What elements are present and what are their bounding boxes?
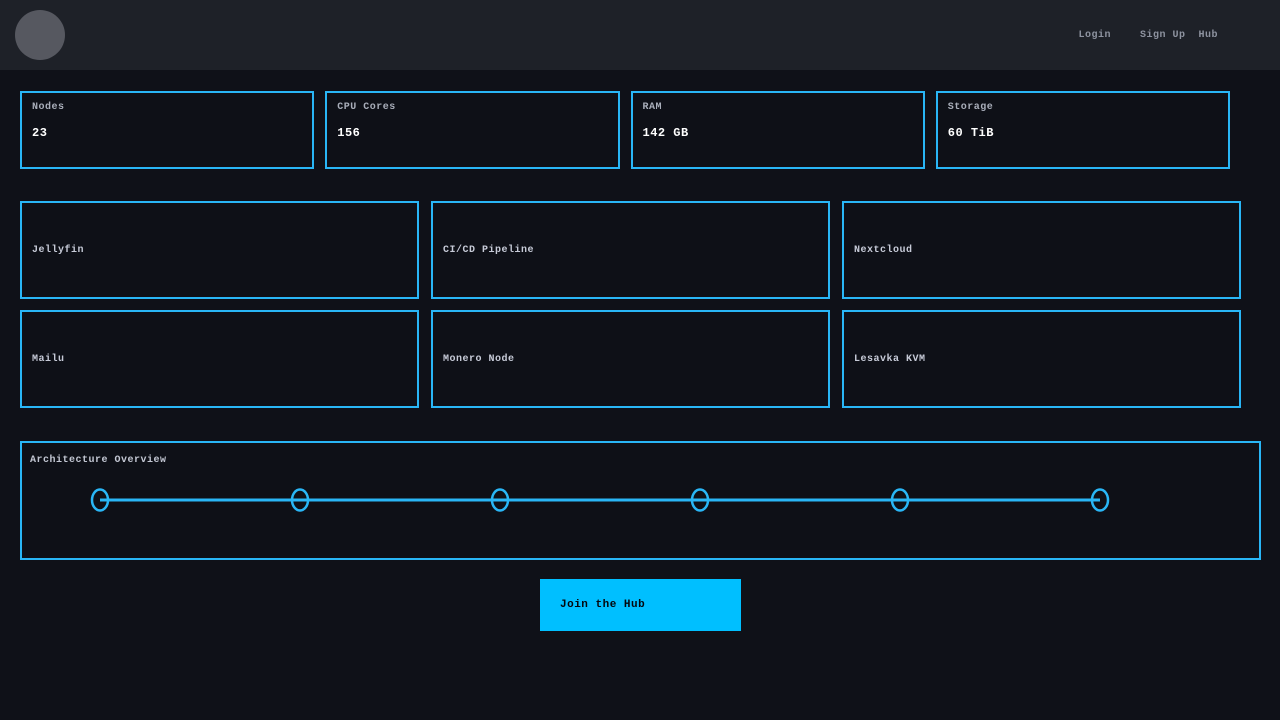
service-title: Nextcloud: [854, 245, 913, 256]
service-card-jellyfin[interactable]: Jellyfin: [20, 201, 419, 299]
service-title: Mailu: [32, 354, 65, 365]
stat-card-cpu-cores: CPU Cores 156: [325, 91, 619, 169]
service-title: Jellyfin: [32, 245, 84, 256]
service-card-lesavka-kvm[interactable]: Lesavka KVM: [842, 310, 1241, 408]
stat-value: 60 TiB: [948, 126, 1218, 140]
nav-links: Login Sign Up Hub: [1078, 30, 1218, 41]
navbar: Login Sign Up Hub: [0, 0, 1280, 70]
service-title: Lesavka KVM: [854, 354, 926, 365]
stat-label: RAM: [643, 102, 913, 113]
stat-card-nodes: Nodes 23: [20, 91, 314, 169]
join-hub-button[interactable]: Join the Hub: [540, 579, 741, 631]
main-content: Nodes 23 CPU Cores 156 RAM 142 GB Storag…: [0, 91, 1280, 631]
service-card-mailu[interactable]: Mailu: [20, 310, 419, 408]
architecture-panel: Architecture Overview: [20, 441, 1261, 560]
avatar[interactable]: [15, 10, 65, 60]
service-title: CI/CD Pipeline: [443, 245, 534, 256]
stat-value: 142 GB: [643, 126, 913, 140]
architecture-diagram: [22, 443, 1259, 558]
stat-label: Storage: [948, 102, 1218, 113]
cta-container: Join the Hub: [20, 579, 1261, 631]
stat-card-storage: Storage 60 TiB: [936, 91, 1230, 169]
stats-row: Nodes 23 CPU Cores 156 RAM 142 GB Storag…: [20, 91, 1230, 169]
service-card-cicd-pipeline[interactable]: CI/CD Pipeline: [431, 201, 830, 299]
stat-value: 156: [337, 126, 607, 140]
nav-link-login[interactable]: Login: [1078, 30, 1111, 41]
stat-card-ram: RAM 142 GB: [631, 91, 925, 169]
stat-label: Nodes: [32, 102, 302, 113]
nav-link-signup[interactable]: Sign Up: [1140, 30, 1186, 41]
services-grid: Jellyfin CI/CD Pipeline Nextcloud Mailu …: [20, 201, 1241, 408]
service-title: Monero Node: [443, 354, 515, 365]
stat-value: 23: [32, 126, 302, 140]
stat-label: CPU Cores: [337, 102, 607, 113]
service-card-monero-node[interactable]: Monero Node: [431, 310, 830, 408]
service-card-nextcloud[interactable]: Nextcloud: [842, 201, 1241, 299]
nav-link-hub[interactable]: Hub: [1198, 30, 1218, 41]
